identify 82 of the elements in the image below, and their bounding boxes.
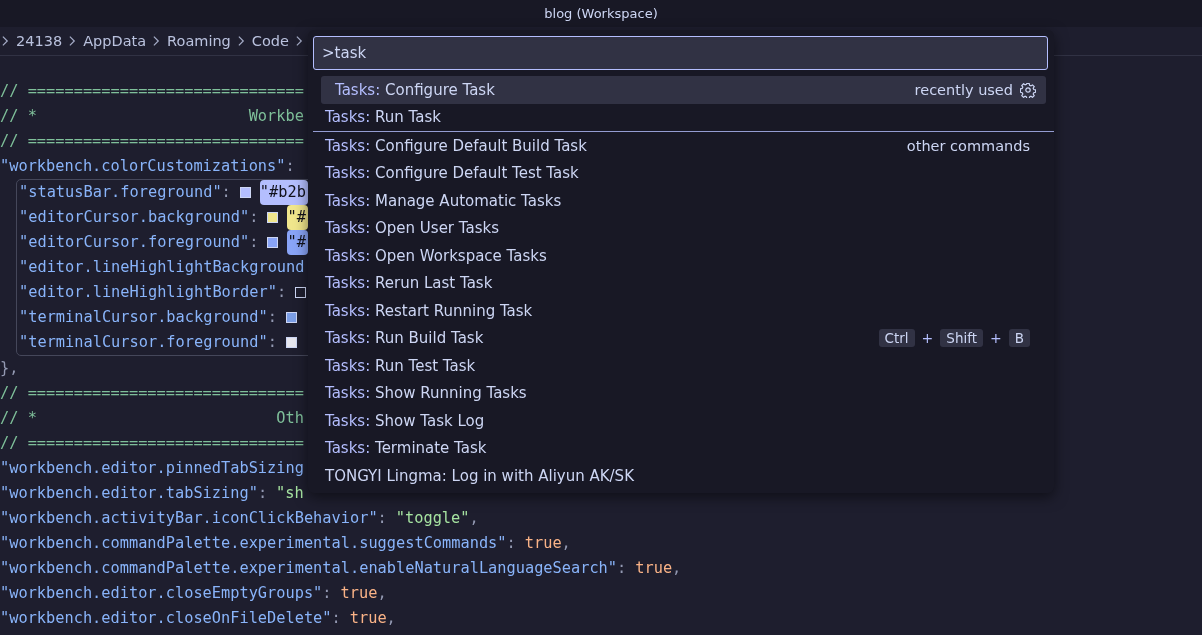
punctuation: : xyxy=(257,483,268,504)
color-swatch[interactable] xyxy=(267,237,279,248)
punctuation: : xyxy=(617,558,627,579)
code-comment: // ============================== xyxy=(0,81,304,102)
punctuation: , xyxy=(469,508,479,529)
command-item[interactable]: Tasks: Run Test Task xyxy=(313,352,1048,380)
boolean-value: true xyxy=(635,558,673,579)
breadcrumb-item[interactable]: Code xyxy=(251,33,289,49)
color-value: "# xyxy=(287,205,308,230)
punctuation: : xyxy=(322,583,332,604)
punctuation: : xyxy=(506,533,516,554)
color-value: "# xyxy=(287,230,308,255)
color-swatch[interactable] xyxy=(295,287,307,298)
boolean-value: true xyxy=(349,608,387,629)
punctuation: : xyxy=(285,156,295,177)
color-swatch[interactable] xyxy=(285,337,297,348)
boolean-value: true xyxy=(524,533,562,554)
string-value: "sh xyxy=(276,483,304,504)
color-swatch[interactable] xyxy=(239,187,251,198)
boolean-value: true xyxy=(340,583,378,604)
color-swatch[interactable] xyxy=(267,212,279,223)
settings-icon[interactable] xyxy=(1020,81,1036,98)
punctuation: : xyxy=(221,182,231,203)
command-item[interactable]: TONGYI Lingma: Log in with Aliyun AK/SK xyxy=(313,462,1048,490)
punctuation: : xyxy=(276,282,287,303)
chevron-icon xyxy=(295,35,303,47)
punctuation: , xyxy=(672,558,682,579)
setting-key: "statusBar.foreground" xyxy=(19,180,222,205)
command-item[interactable]: Tasks: Terminate Task xyxy=(313,434,1048,462)
breadcrumb-item[interactable]: Roaming xyxy=(167,33,231,49)
punctuation: , xyxy=(377,583,387,604)
command-item[interactable]: Tasks: Manage Automatic Tasks xyxy=(313,187,1048,215)
punctuation: : xyxy=(331,608,341,629)
window-title: blog (Workspace) xyxy=(544,6,658,21)
setting-key: "terminalCursor.foreground" xyxy=(19,330,268,355)
string-value: "toggle" xyxy=(395,508,470,529)
punctuation: : xyxy=(267,332,277,353)
setting-key: "workbench.editor.closeEmptyGroups" xyxy=(0,581,323,606)
color-value: "#b2b xyxy=(259,180,308,205)
punctuation: }, xyxy=(0,358,19,379)
punctuation: , xyxy=(386,608,396,629)
setting-key: "editorCursor.background" xyxy=(19,205,250,230)
chevron-icon xyxy=(2,35,9,47)
code-comment: // * Oth xyxy=(0,408,304,429)
setting-key: "workbench.editor.closeOnFileDelete" xyxy=(0,606,332,631)
code-comment: // ============================== xyxy=(0,383,304,404)
code-comment: // ============================== xyxy=(0,433,304,454)
command-item[interactable]: Tasks: Restart Running Task xyxy=(313,297,1048,325)
command-item[interactable]: Tasks: Show Running Tasks xyxy=(313,379,1048,407)
setting-key: "editorCursor.foreground" xyxy=(19,230,250,255)
command-item[interactable]: Tasks: Run Build Task Ctrl + Shift + B xyxy=(313,324,1048,352)
chevron-icon xyxy=(69,35,77,47)
punctuation: : xyxy=(249,232,259,253)
command-item[interactable]: Tasks: Configure Default Test Task xyxy=(313,159,1048,187)
punctuation: , xyxy=(561,533,571,554)
command-item[interactable]: Tasks: Open User Tasks xyxy=(313,214,1048,242)
setting-key: "workbench.activityBar.iconClickBehavior" xyxy=(0,506,378,531)
color-swatch[interactable] xyxy=(285,312,297,323)
punctuation: : xyxy=(377,508,387,529)
command-item[interactable]: Tasks: Configure Default Build Task other commands xyxy=(313,132,1048,160)
breadcrumb-item[interactable]: AppData xyxy=(83,33,147,49)
command-input[interactable]: >task xyxy=(313,36,1048,70)
setting-key: "workbench.commandPalette.experimental.enableNaturalLanguageSearch" xyxy=(0,556,618,581)
chevron-icon xyxy=(237,35,245,47)
setting-key: "workbench.editor.tabSizing" xyxy=(0,481,258,506)
setting-key: "editor.lineHighlightBackground xyxy=(19,255,305,280)
punctuation: : xyxy=(249,207,259,228)
breadcrumb-item[interactable]: 24138 xyxy=(16,33,63,49)
setting-key: "editor.lineHighlightBorder" xyxy=(19,280,277,305)
code-comment: // * Workbe xyxy=(0,106,304,127)
command-item[interactable]: Tasks: Configure Task recently used xyxy=(321,76,1046,104)
setting-key: "workbench.colorCustomizations" xyxy=(0,154,286,179)
setting-key: "terminalCursor.background" xyxy=(19,305,268,330)
command-item[interactable]: Tasks: Show Task Log xyxy=(313,407,1048,435)
setting-key: "workbench.editor.pinnedTabSizing xyxy=(0,456,304,481)
command-item[interactable]: Tasks: Rerun Last Task xyxy=(313,269,1048,297)
command-item[interactable]: Tasks: Run Task xyxy=(313,103,1048,131)
punctuation: : xyxy=(267,307,277,328)
setting-key: "workbench.commandPalette.experimental.suggestCommands" xyxy=(0,531,507,556)
chevron-icon xyxy=(153,35,161,47)
command-item[interactable]: Tasks: Open Workspace Tasks xyxy=(313,242,1048,270)
code-comment: // ============================== xyxy=(0,131,304,152)
